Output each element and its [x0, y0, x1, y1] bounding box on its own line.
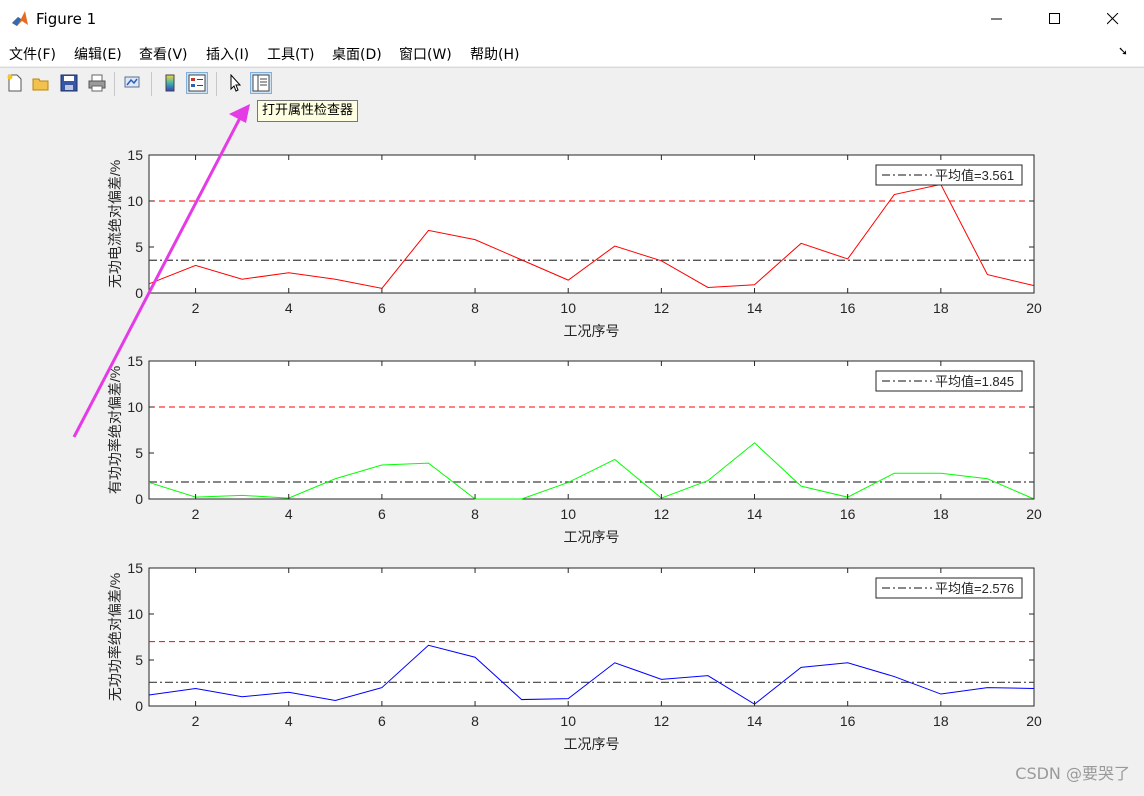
watermark: CSDN @要哭了: [1015, 764, 1130, 783]
arrow-line: [72, 115, 243, 438]
arrow-annotation: [72, 104, 250, 438]
